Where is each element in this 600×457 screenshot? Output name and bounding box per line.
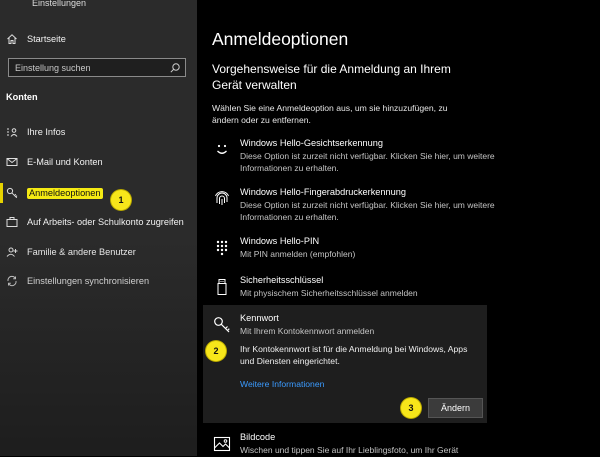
sidebar-item-work-school[interactable]: Auf Arbeits- oder Schulkonto zugreifen <box>0 211 197 233</box>
home-icon <box>6 33 18 45</box>
sidebar-item-label: Einstellungen synchronisieren <box>27 276 150 286</box>
option-title: Kennwort <box>240 313 279 323</box>
annotation-badge-2: 2 <box>206 341 226 361</box>
option-title: Windows Hello-Gesichtserkennung <box>240 138 383 148</box>
picture-icon <box>212 434 232 454</box>
option-title: Sicherheitsschlüssel <box>240 275 324 285</box>
sidebar: Einstellungen Startseite Konten Ihre Inf… <box>0 0 197 456</box>
home-nav-item[interactable]: Startseite <box>0 28 197 50</box>
sidebar-item-sign-in-options[interactable]: Anmeldeoptionen <box>0 182 197 204</box>
sidebar-item-sync[interactable]: Einstellungen synchronisieren <box>0 270 197 292</box>
page-subtitle: Vorgehensweise für die Anmeldung an Ihre… <box>212 62 451 92</box>
mail-icon <box>6 156 18 168</box>
settings-search-box[interactable] <box>8 58 186 77</box>
key-icon <box>212 315 232 335</box>
sidebar-item-family[interactable]: Familie & andere Benutzer <box>0 241 197 263</box>
fingerprint-icon <box>212 189 232 209</box>
sidebar-item-your-info[interactable]: Ihre Infos <box>0 121 197 143</box>
sidebar-item-label: Ihre Infos <box>27 127 66 137</box>
sync-icon <box>6 275 18 287</box>
search-icon[interactable] <box>169 62 181 74</box>
search-input[interactable] <box>9 59 169 76</box>
main-content: Anmeldeoptionen Vorgehensweise für die A… <box>197 0 600 456</box>
sidebar-item-label: E-Mail und Konten <box>27 157 103 167</box>
option-description: Mit PIN anmelden (empfohlen) <box>240 249 356 259</box>
password-expanded-panel: Kennwort Mit Ihrem Kontokennwort anmelde… <box>203 305 487 423</box>
usb-key-icon <box>212 277 232 297</box>
app-title: Einstellungen <box>32 0 87 8</box>
key-icon <box>6 187 18 199</box>
option-description: Diese Option ist zurzeit nicht verfügbar… <box>240 200 495 222</box>
sidebar-item-label: Familie & andere Benutzer <box>27 247 136 257</box>
person-list-icon <box>6 126 18 138</box>
option-description: Wischen und tippen Sie auf Ihr Lieblings… <box>240 445 459 455</box>
option-description: Mit physischem Sicherheitsschlüssel anme… <box>240 288 418 298</box>
sidebar-item-email[interactable]: E-Mail und Konten <box>0 151 197 173</box>
smiley-face-icon <box>212 140 232 160</box>
change-password-button[interactable]: Ändern <box>428 398 483 418</box>
section-title-accounts: Konten <box>6 92 38 102</box>
page-title: Anmeldeoptionen <box>212 29 349 49</box>
home-label: Startseite <box>27 34 66 44</box>
option-title: Bildcode <box>240 432 276 442</box>
option-description: Mit Ihrem Kontokennwort anmelden <box>240 326 375 336</box>
briefcase-icon <box>6 216 18 228</box>
option-title: Windows Hello-PIN <box>240 236 320 246</box>
more-info-link[interactable]: Weitere Informationen <box>240 379 324 389</box>
annotation-badge-3: 3 <box>401 398 421 418</box>
option-description: Diese Option ist zurzeit nicht verfügbar… <box>240 151 495 173</box>
sidebar-item-label-highlighted: Anmeldeoptionen <box>27 187 103 199</box>
intro-text: Wählen Sie eine Anmeldeoption aus, um si… <box>212 103 448 125</box>
password-info-text: Ihr Kontokennwort ist für die Anmeldung … <box>240 344 468 366</box>
annotation-badge-1: 1 <box>111 190 131 210</box>
people-add-icon <box>6 246 18 258</box>
sidebar-item-label: Auf Arbeits- oder Schulkonto zugreifen <box>27 217 184 227</box>
option-title: Windows Hello-Fingerabdruckerkennung <box>240 187 406 197</box>
pin-keypad-icon <box>212 238 232 258</box>
